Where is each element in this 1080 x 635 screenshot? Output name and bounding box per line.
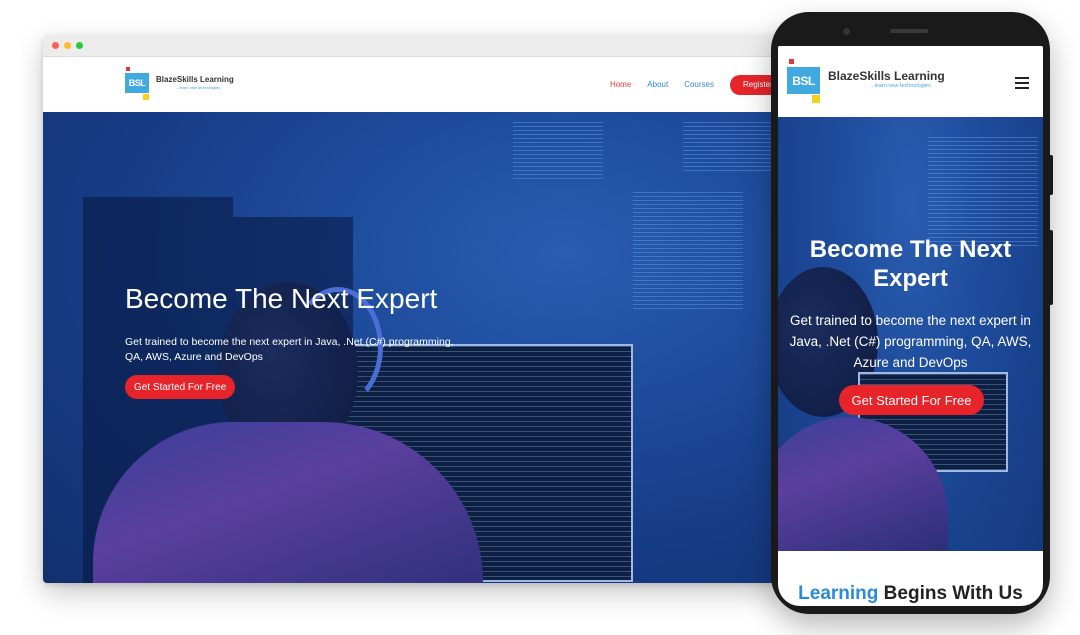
mobile-hero-title: Become The Next Expert xyxy=(809,236,1012,292)
phone-camera xyxy=(843,28,850,35)
logo-mark: BSL xyxy=(787,58,825,103)
hero-title: Become The Next Expert xyxy=(125,283,438,314)
mobile-hero-subtitle: Get trained to become the next expert in… xyxy=(789,313,1032,370)
logo-name: BlazeSkills Learning xyxy=(828,69,945,84)
brand-logo[interactable]: BSL BlazeSkills Learning ...learn new te… xyxy=(125,67,234,100)
section-heading: Learning Begins With Us xyxy=(778,583,1043,605)
hero-banner: Become The Next Expert Get trained to be… xyxy=(43,112,788,583)
hamburger-icon[interactable] xyxy=(1015,77,1029,92)
nav-about-link[interactable]: About xyxy=(647,80,668,89)
browser-title-bar xyxy=(43,35,788,57)
phone-screen: BSL BlazeSkills Learning ...learn new te… xyxy=(778,46,1043,606)
logo-red-square xyxy=(126,67,130,71)
nav-courses-link[interactable]: Courses xyxy=(684,80,714,89)
maximize-window-dot[interactable] xyxy=(76,42,83,49)
phone-side-button xyxy=(1049,155,1053,195)
section-heading-rest: Begins With Us xyxy=(878,583,1023,604)
phone-side-button xyxy=(1049,230,1053,305)
logo-tagline: ...learn new technologies xyxy=(870,83,931,90)
background-code-block xyxy=(928,137,1038,247)
logo-tagline: ...learn new technologies xyxy=(176,85,221,90)
close-window-dot[interactable] xyxy=(52,42,59,49)
get-started-button[interactable]: Get Started For Free xyxy=(125,375,236,399)
background-code-block xyxy=(513,122,603,182)
main-navigation: Home About Courses Register For Free xyxy=(610,57,788,112)
logo-initials: BSL xyxy=(125,73,149,93)
hero-subtitle: Get trained to become the next expert in… xyxy=(125,336,454,363)
logo-yellow-square xyxy=(812,95,820,103)
site-header: BSL BlazeSkills Learning ...learn new te… xyxy=(43,57,788,112)
logo-yellow-square xyxy=(143,94,149,100)
logo-mark: BSL xyxy=(125,67,153,100)
logo-red-square xyxy=(789,59,794,64)
background-code-block xyxy=(683,122,773,172)
desktop-browser-mockup: BSL BlazeSkills Learning ...learn new te… xyxy=(43,35,788,583)
background-code-block xyxy=(633,192,743,312)
mobile-brand-logo[interactable]: BSL BlazeSkills Learning ...learn new te… xyxy=(787,58,945,103)
mobile-get-started-button[interactable]: Get Started For Free xyxy=(839,385,984,415)
section-heading-highlight: Learning xyxy=(798,583,879,604)
minimize-window-dot[interactable] xyxy=(64,42,71,49)
nav-home-link[interactable]: Home xyxy=(610,80,631,89)
mobile-header: BSL BlazeSkills Learning ...learn new te… xyxy=(778,46,1043,117)
logo-name: BlazeSkills Learning xyxy=(156,75,234,84)
logo-initials: BSL xyxy=(787,67,820,94)
phone-speaker xyxy=(890,29,928,33)
mobile-hero-banner: Become The Next Expert Get trained to be… xyxy=(778,117,1043,551)
